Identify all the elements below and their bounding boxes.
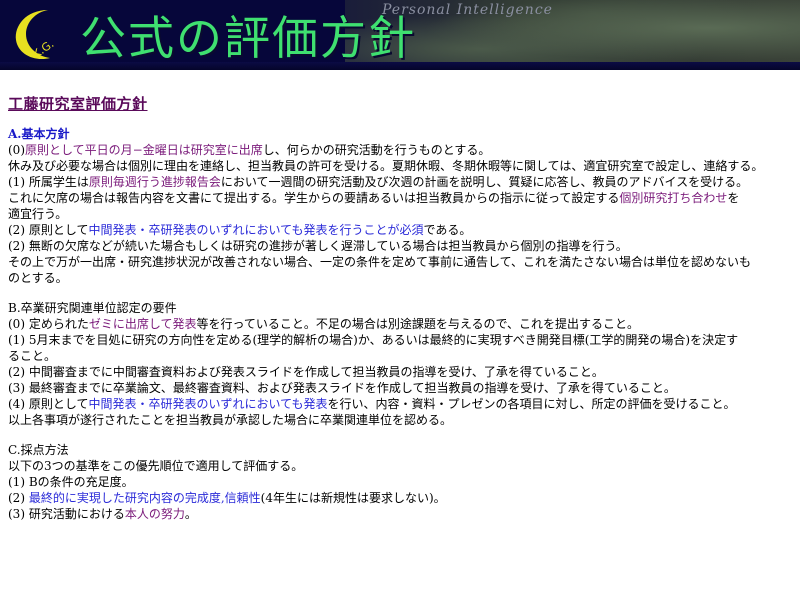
- section-a-p0b: 休み及び必要な場合は個別に理由を連絡し、担当教員の許可を受ける。夏期休暇、冬期休…: [8, 159, 764, 173]
- section-b: B.卒業研究関連単位認定の要件 (0) 定められたゼミに出席して発表等を行ってい…: [8, 300, 796, 428]
- highlight-text: 原則として平日の月−金曜日は研究室に出席: [25, 143, 263, 157]
- text: である。: [423, 223, 472, 237]
- section-a-p0: (0)原則として平日の月−金曜日は研究室に出席し、何らかの研究活動を行うものとす…: [8, 142, 796, 158]
- section-c-heading: C.採点方法: [8, 443, 69, 457]
- section-a-p1b: これに欠席の場合は報告内容を文書にて提出する。学生からの要請あるいは担当教員から…: [8, 190, 796, 206]
- section-b-heading: B.卒業研究関連単位認定の要件: [8, 301, 177, 315]
- section-b-p3: (3) 最終審査までに卒業論文、最終審査資料、および発表スライドを作成して担当教…: [8, 381, 676, 395]
- highlight-text: 中間発表・卒研発表のいずれにおいても発表: [88, 397, 328, 411]
- section-a-p3: (2) 無断の欠席などが続いた場合もしくは研究の進捗が著しく遅滞している場合は担…: [8, 239, 628, 253]
- document-body: 工藤研究室評価方針 A.基本方針 (0)原則として平日の月−金曜日は研究室に出席…: [8, 93, 796, 522]
- section-a-heading: A.基本方針: [8, 127, 70, 141]
- text: (4) 原則として: [8, 397, 89, 411]
- section-b-p0: (0) 定められたゼミに出席して発表等を行っていること。不足の場合は別途課題を与…: [8, 316, 796, 332]
- section-a-p1c: 適宜行う。: [8, 207, 68, 221]
- highlight-text: 最終的に実現した研究内容の完成度,信頼性: [28, 491, 261, 505]
- text: し、何らかの研究活動を行うものとする。: [262, 143, 491, 157]
- section-a-p2: (2) 原則として中間発表・卒研発表のいずれにおいても発表を行うことが必須である…: [8, 222, 796, 238]
- text: (4年生には新規性は要求しない)。: [260, 491, 446, 505]
- highlight-text: ゼミに出席して発表: [88, 317, 197, 331]
- document-title: 工藤研究室評価方針: [8, 95, 148, 113]
- text: (0): [8, 143, 25, 157]
- text: (0) 定められた: [8, 317, 89, 331]
- section-c: C.採点方法 以下の3つの基準をこの優先順位で適用して評価する。 (1) Bの条…: [8, 442, 796, 522]
- text: (1) 所属学生は: [8, 175, 89, 189]
- section-b-p1: (1) 5月末までを目処に研究の方向性を定める(理学的解析の場合)か、あるいは最…: [8, 333, 739, 347]
- text: (2) 原則として: [8, 223, 89, 237]
- section-b-p2: (2) 中間審査までに中間審査資料および発表スライドを作成して担当教員の指導を受…: [8, 365, 604, 379]
- section-b-p1b: ること。: [8, 349, 57, 363]
- text: 等を行っていること。不足の場合は別途課題を与えるので、これを提出すること。: [196, 317, 640, 331]
- crescent-moon-logo-icon: K.G.: [15, 10, 56, 61]
- section-c-p1: (1) Bの条件の充足度。: [8, 475, 134, 489]
- text: (2): [8, 491, 29, 505]
- header-banner: Personal Intelligence K.G. 公式の評価方針: [0, 0, 800, 70]
- text: 。: [184, 507, 197, 521]
- highlight-text: 個別研究打ち合わせ: [619, 191, 728, 205]
- text: において一週間の研究活動及び次週の計画を説明し、質疑に応答し、教員のアドバイスを…: [220, 175, 749, 189]
- section-c-p2: (2) 最終的に実現した研究内容の完成度,信頼性(4年生には新規性は要求しない)…: [8, 490, 796, 506]
- section-a: A.基本方針 (0)原則として平日の月−金曜日は研究室に出席し、何らかの研究活動…: [8, 126, 796, 286]
- text: これに欠席の場合は報告内容を文書にて提出する。学生からの要請あるいは担当教員から…: [8, 191, 620, 205]
- text: を行い、内容・資料・プレゼンの各項目に対し、所定の評価を受けること。: [327, 397, 736, 411]
- section-a-p4: その上で万が一出席・研究進捗状況が改善されない場合、一定の条件を定めて事前に通告…: [8, 255, 752, 269]
- page-title: 公式の評価方針: [80, 11, 416, 65]
- section-c-p0: 以下の3つの基準をこの優先順位で適用して評価する。: [8, 459, 304, 473]
- text: を: [727, 191, 740, 205]
- section-b-p4: (4) 原則として中間発表・卒研発表のいずれにおいても発表を行い、内容・資料・プ…: [8, 396, 796, 412]
- highlight-text: 本人の努力: [124, 507, 185, 521]
- highlight-text: 原則毎週行う進捗報告会: [88, 175, 221, 189]
- highlight-text: 中間発表・卒研発表のいずれにおいても発表を行うことが必須: [88, 223, 424, 237]
- section-c-p3: (3) 研究活動における本人の努力。: [8, 506, 796, 522]
- section-a-p4b: のとする。: [8, 271, 68, 285]
- text: (3) 研究活動における: [8, 507, 125, 521]
- section-a-p1: (1) 所属学生は原則毎週行う進捗報告会において一週間の研究活動及び次週の計画を…: [8, 174, 796, 190]
- section-b-p5: 以上各事項が遂行されたことを担当教員が承認した場合に卒業関連単位を認める。: [8, 413, 453, 427]
- header-underbar: [0, 62, 800, 70]
